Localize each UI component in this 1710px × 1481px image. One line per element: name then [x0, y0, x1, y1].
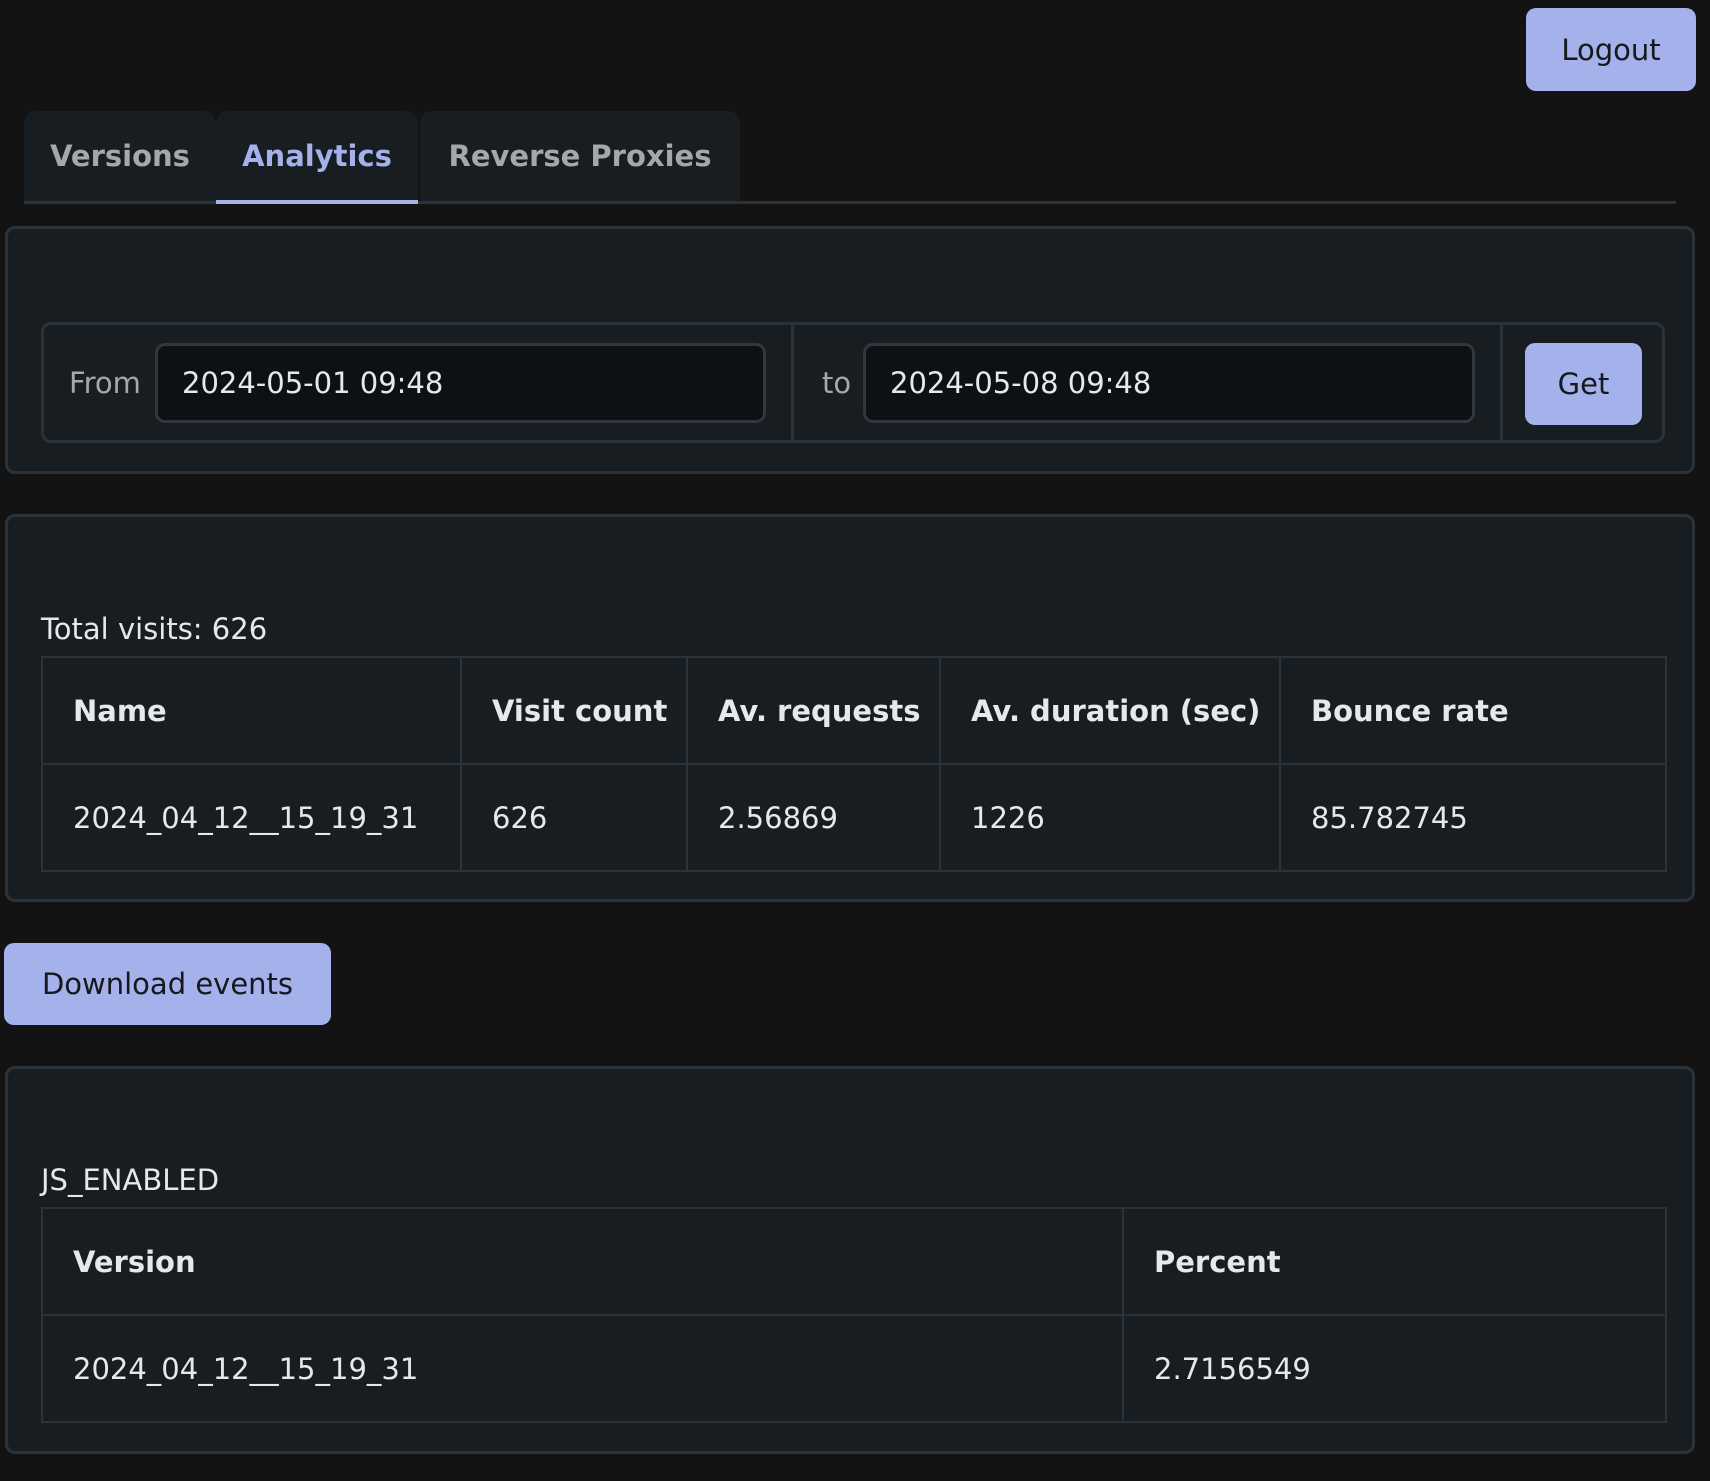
table-header-row: Version Percent [41, 1207, 1667, 1316]
table-row: 2024_04_12__15_19_31 2.7156549 [41, 1314, 1667, 1423]
cell-av-requests: 2.56869 [686, 763, 941, 872]
date-range-group: From to Get [41, 322, 1665, 443]
get-button[interactable]: Get [1525, 343, 1642, 425]
column-header-bounce-rate: Bounce rate [1279, 656, 1667, 765]
to-date-input[interactable] [863, 343, 1475, 423]
cell-visit-count: 626 [460, 763, 688, 872]
visits-panel: Total visits: 626 Name Visit count Av. r… [5, 514, 1695, 902]
column-header-visit-count: Visit count [460, 656, 688, 765]
cell-bounce-rate: 85.782745 [1279, 763, 1667, 872]
column-header-percent: Percent [1122, 1207, 1667, 1316]
logout-button[interactable]: Logout [1526, 8, 1696, 91]
column-header-av-duration: Av. duration (sec) [939, 656, 1281, 765]
tab-bar: Versions Analytics Reverse Proxies [24, 111, 1676, 204]
column-header-name: Name [41, 656, 462, 765]
tab-analytics[interactable]: Analytics [216, 111, 418, 204]
cell-name: 2024_04_12__15_19_31 [41, 763, 462, 872]
tab-versions[interactable]: Versions [24, 111, 216, 201]
visits-table: Name Visit count Av. requests Av. durati… [41, 656, 1667, 872]
js-enabled-panel: JS_ENABLED Version Percent 2024_04_12__1… [5, 1066, 1695, 1454]
table-row: 2024_04_12__15_19_31 626 2.56869 1226 85… [41, 763, 1667, 872]
column-header-version: Version [41, 1207, 1124, 1316]
from-label: From [69, 365, 141, 400]
to-label: to [822, 365, 852, 400]
js-enabled-table: Version Percent 2024_04_12__15_19_31 2.7… [41, 1207, 1667, 1423]
cell-version: 2024_04_12__15_19_31 [41, 1314, 1124, 1423]
js-enabled-title: JS_ENABLED [41, 1163, 220, 1197]
date-range-panel: From to Get [5, 226, 1695, 474]
cell-av-duration: 1226 [939, 763, 1281, 872]
tab-reverse-proxies[interactable]: Reverse Proxies [420, 111, 740, 201]
cell-percent: 2.7156549 [1122, 1314, 1667, 1423]
column-header-av-requests: Av. requests [686, 656, 941, 765]
from-date-input[interactable] [155, 343, 766, 423]
divider [791, 325, 794, 440]
divider [1500, 325, 1503, 440]
total-visits-text: Total visits: 626 [41, 612, 268, 646]
download-events-button[interactable]: Download events [4, 943, 331, 1025]
table-header-row: Name Visit count Av. requests Av. durati… [41, 656, 1667, 765]
